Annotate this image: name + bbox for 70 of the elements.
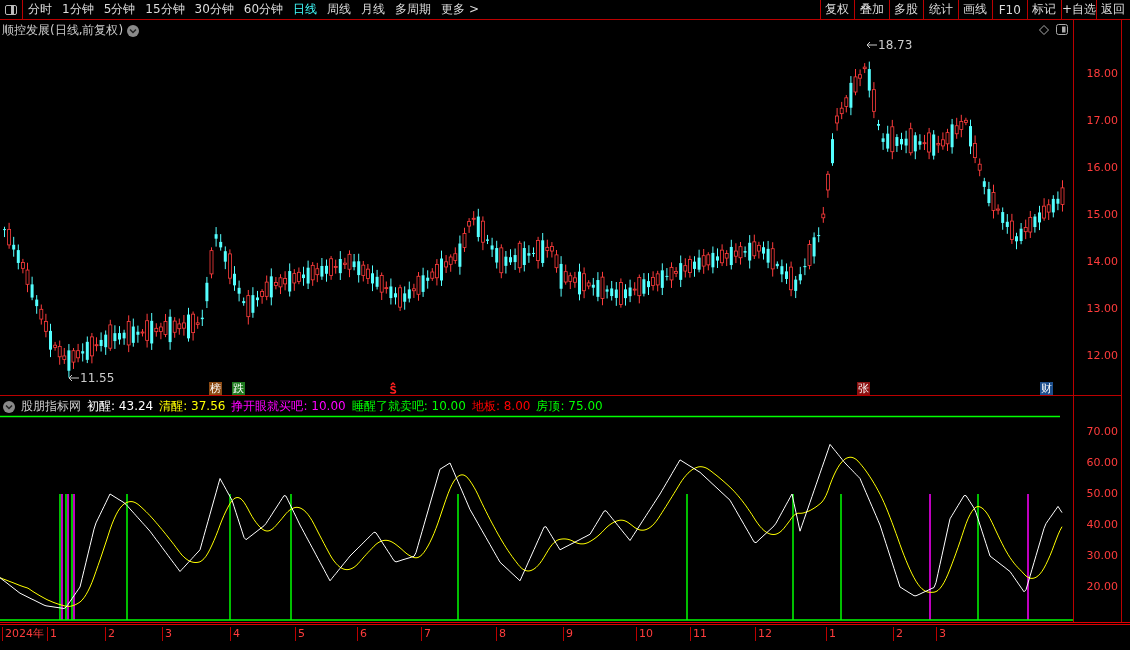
period-tab[interactable]: 60分钟 xyxy=(238,0,289,19)
time-axis-label: 6 xyxy=(357,627,367,641)
time-axis-label: 11 xyxy=(690,627,707,641)
time-axis-label: 2 xyxy=(105,627,115,641)
axis-label: 17.00 xyxy=(1086,114,1118,127)
time-axis-label: 2024年 xyxy=(2,627,44,641)
indicator-value: 房顶: 75.00 xyxy=(536,398,603,415)
toolbar-button[interactable]: 复权 xyxy=(819,0,854,19)
toolbar-button[interactable]: 统计 xyxy=(923,0,958,19)
toolbar-button[interactable]: +自选 xyxy=(1061,0,1096,19)
time-axis-label: 8 xyxy=(496,627,506,641)
toolbar-button[interactable]: F10 xyxy=(992,0,1027,19)
time-axis-label: 3 xyxy=(936,627,946,641)
axis-label: 50.00 xyxy=(1086,487,1118,500)
chart-title: 顺控发展(日线,前复权) xyxy=(2,22,124,39)
period-tab[interactable]: 月线 xyxy=(356,0,391,19)
time-axis-label: 3 xyxy=(162,627,172,641)
indicator-name: 股朋指标网 xyxy=(21,398,81,415)
toolbar-button[interactable]: 叠加 xyxy=(854,0,889,19)
axis-label: 30.00 xyxy=(1086,549,1118,562)
axis-label: 18.00 xyxy=(1086,67,1118,80)
period-tab[interactable]: 分时 xyxy=(23,0,57,19)
time-axis-label: 4 xyxy=(230,627,240,641)
axis-label: 12.00 xyxy=(1086,349,1118,362)
dropdown-icon[interactable] xyxy=(127,24,140,37)
period-tab[interactable]: 15分钟 xyxy=(140,0,190,19)
toolbar-button[interactable]: 标记 xyxy=(1026,0,1061,19)
period-tab[interactable]: 更多 > xyxy=(436,0,484,19)
period-tab[interactable]: 多周期 xyxy=(390,0,437,19)
indicator-value: 挣开眼就买吧: 10.00 xyxy=(231,398,346,415)
indicator-value: 清醒: 37.56 xyxy=(159,398,226,415)
toolbar-button[interactable]: 画线 xyxy=(957,0,992,19)
time-axis-label: 12 xyxy=(755,627,772,641)
axis-label: 40.00 xyxy=(1086,518,1118,531)
diamond-icon[interactable] xyxy=(1039,25,1049,35)
time-axis-label: 5 xyxy=(295,627,305,641)
arrow-icon xyxy=(68,374,80,382)
signal-marker: 张 xyxy=(857,382,870,395)
period-tab[interactable]: 30分钟 xyxy=(189,0,239,19)
panel-toggle-icon[interactable] xyxy=(1056,24,1068,35)
axis-label: 13.00 xyxy=(1086,302,1118,315)
arrow-icon xyxy=(866,41,878,49)
time-axis-label: 9 xyxy=(563,627,573,641)
toolbar-button[interactable]: 返回 xyxy=(1095,0,1130,19)
dropdown-icon[interactable] xyxy=(3,400,15,413)
time-axis-label: 1 xyxy=(826,627,836,641)
axis-label: 15.00 xyxy=(1086,208,1118,221)
indicator-value: 睡醒了就卖吧: 10.00 xyxy=(351,398,466,415)
time-axis-label: 7 xyxy=(421,627,431,641)
time-axis-label: 2 xyxy=(893,627,903,641)
signal-marker: 财 xyxy=(1040,382,1053,395)
axis-label: 70.00 xyxy=(1086,425,1118,438)
period-tab[interactable]: 1分钟 xyxy=(57,0,99,19)
axis-label: 20.00 xyxy=(1086,580,1118,593)
axis-label: 14.00 xyxy=(1086,255,1118,268)
low-price-label: 11.55 xyxy=(80,371,115,385)
signal-marker: 榜 xyxy=(209,382,222,395)
time-axis-label: 10 xyxy=(636,627,653,641)
axis-label: 60.00 xyxy=(1086,456,1118,469)
time-axis-label: 1 xyxy=(47,627,57,641)
indicator-value: 初醒: 43.24 xyxy=(87,398,154,415)
period-tab[interactable]: 5分钟 xyxy=(98,0,141,19)
period-tab[interactable]: 周线 xyxy=(322,0,357,19)
indicator-value: 地板: 8.00 xyxy=(471,398,531,415)
period-tab[interactable]: 日线 xyxy=(288,0,323,19)
s-arrow-icon xyxy=(389,382,397,395)
signal-marker: 跌 xyxy=(232,382,245,395)
axis-label: 16.00 xyxy=(1086,161,1118,174)
high-price-label: 18.73 xyxy=(878,38,913,52)
toolbar-button[interactable]: 多股 xyxy=(888,0,923,19)
